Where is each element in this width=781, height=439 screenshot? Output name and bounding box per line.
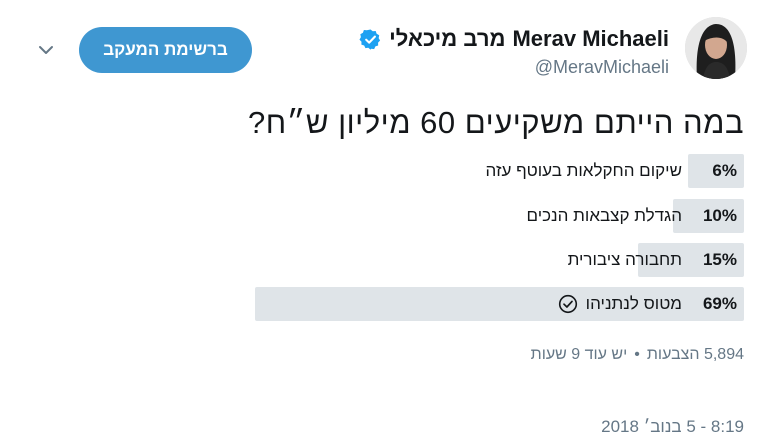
avatar[interactable] xyxy=(685,17,747,79)
poll-option-text: מטוס לנתניהו xyxy=(585,294,682,313)
poll-question: במה הייתם משקיעים 60 מיליון ש״ח? xyxy=(248,105,744,140)
verified-badge-icon xyxy=(359,28,382,51)
poll-option-label: תחבורה ציבורית xyxy=(568,250,682,270)
poll-option: 10% הגדלת קצבאות הנכים xyxy=(255,199,744,233)
tweet-timestamp[interactable]: 8:19 - 5 בנוב׳ 2018 xyxy=(601,417,744,437)
poll-percent: 6% xyxy=(712,161,737,180)
poll-percent: 69% xyxy=(702,294,737,313)
display-name-english: Merav Michaeli xyxy=(512,26,669,51)
check-circle-icon xyxy=(558,294,578,314)
display-name[interactable]: מרב מיכאלי Merav Michaeli xyxy=(359,26,669,52)
display-name-hebrew: מרב מיכאלי xyxy=(389,26,506,51)
following-button[interactable]: ברשימת המעקב xyxy=(79,27,252,73)
poll-option-label: הגדלת קצבאות הנכים xyxy=(527,206,682,226)
poll-option-text: שיקום החקלאות בעוטף עזה xyxy=(485,161,682,180)
poll-percent: 10% xyxy=(702,206,737,225)
time-remaining: יש עוד 9 שעות xyxy=(530,346,628,363)
poll-option: 69% מטוס לנתניהו xyxy=(255,287,744,321)
poll-option-label: שיקום החקלאות בעוטף עזה xyxy=(486,161,682,181)
meta-separator: • xyxy=(634,346,640,363)
poll-option: 6% שיקום החקלאות בעוטף עזה xyxy=(255,154,744,188)
poll-percent: 15% xyxy=(702,250,737,269)
vote-count: 5,894 הצבעות xyxy=(646,346,744,363)
poll-option-label: מטוס לנתניהו xyxy=(558,294,682,314)
poll-option-text: הגדלת קצבאות הנכים xyxy=(526,206,682,225)
poll-option: 15% תחבורה ציבורית xyxy=(255,243,744,277)
user-handle[interactable]: @MeravMichaeli xyxy=(535,57,669,78)
poll-option-text: תחבורה ציבורית xyxy=(567,250,682,269)
chevron-down-icon[interactable] xyxy=(36,40,56,60)
poll-meta: 5,894 הצבעות • יש עוד 9 שעות xyxy=(531,346,744,364)
